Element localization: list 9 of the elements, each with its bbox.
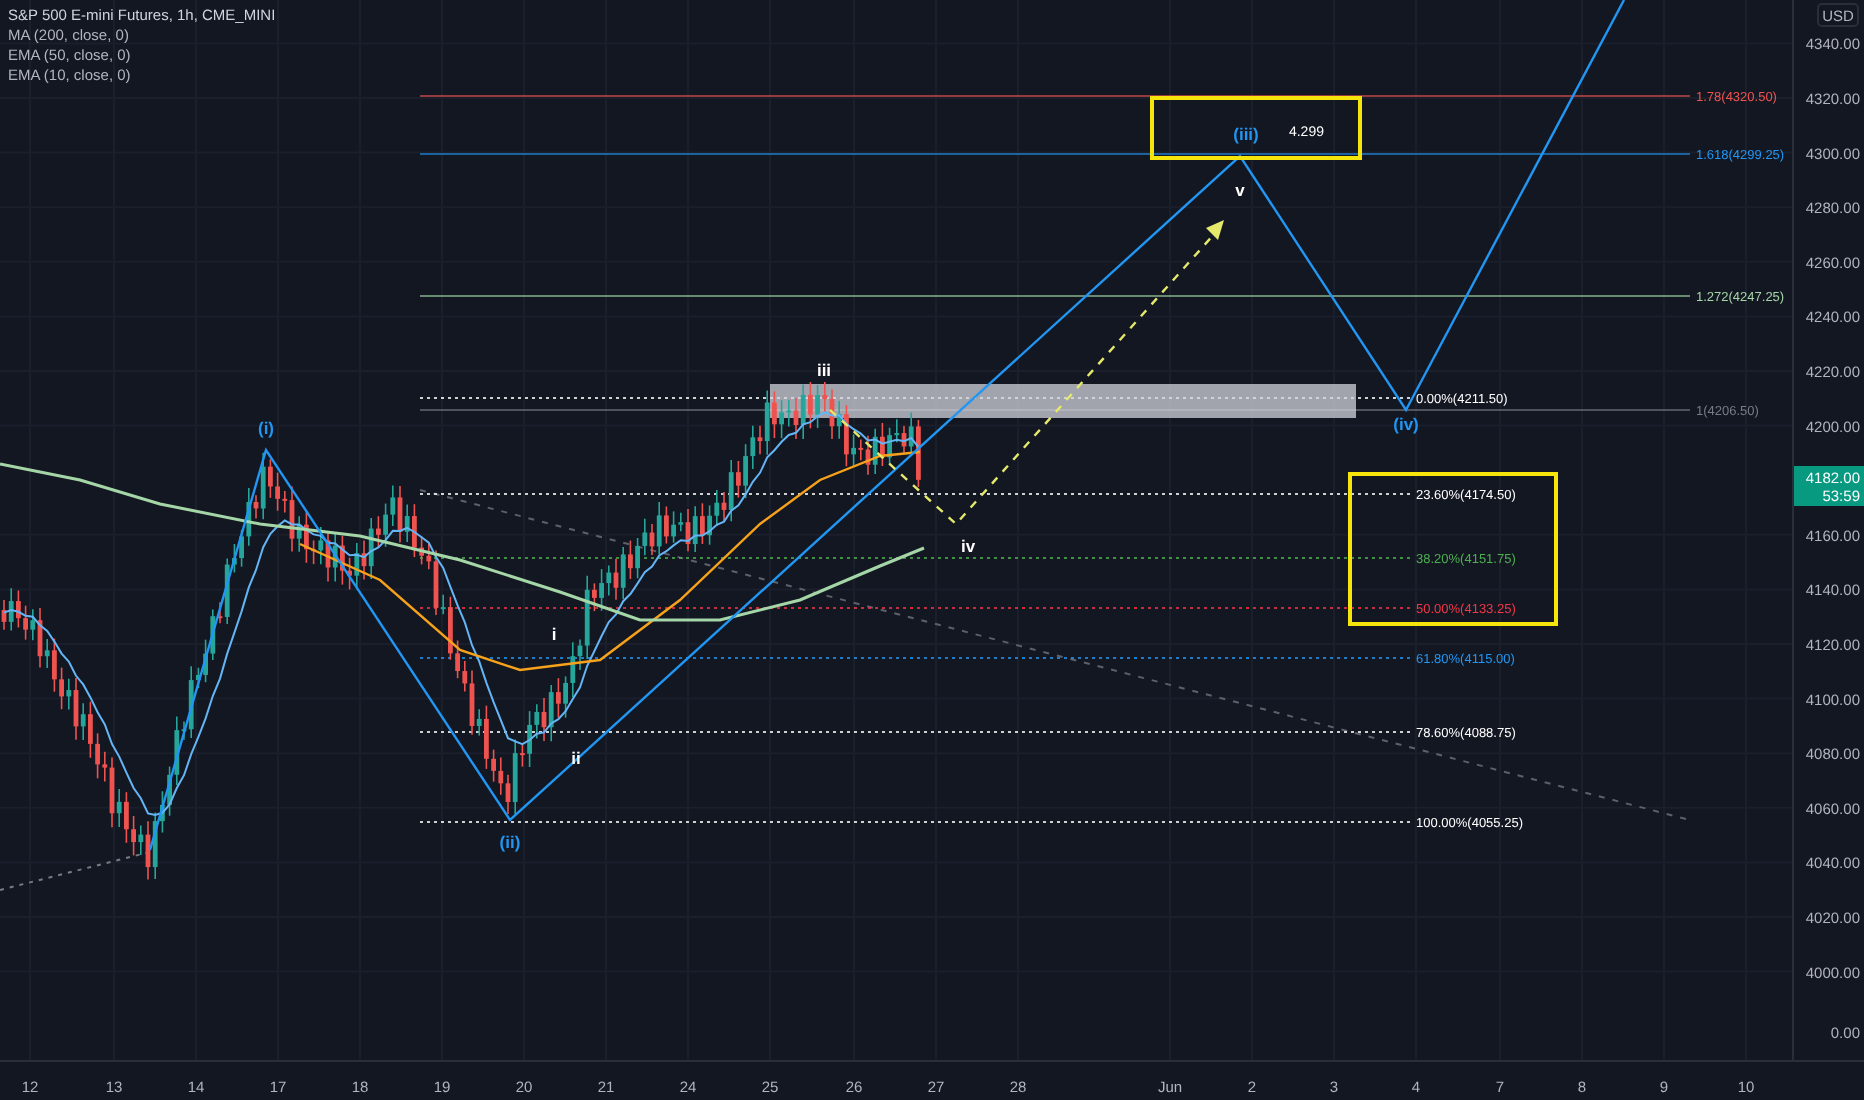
wave-label: (i) [257, 418, 275, 438]
wave-label: iv [960, 536, 976, 556]
wave-label: (iii) [1233, 124, 1259, 144]
wave-label: iii [816, 360, 832, 380]
wave-label: v [1235, 180, 1245, 200]
wave-label: (iv) [1393, 414, 1419, 434]
wave-label: (ii) [499, 832, 521, 852]
wave-label: i [551, 624, 557, 644]
price-tag-background [1794, 466, 1864, 506]
